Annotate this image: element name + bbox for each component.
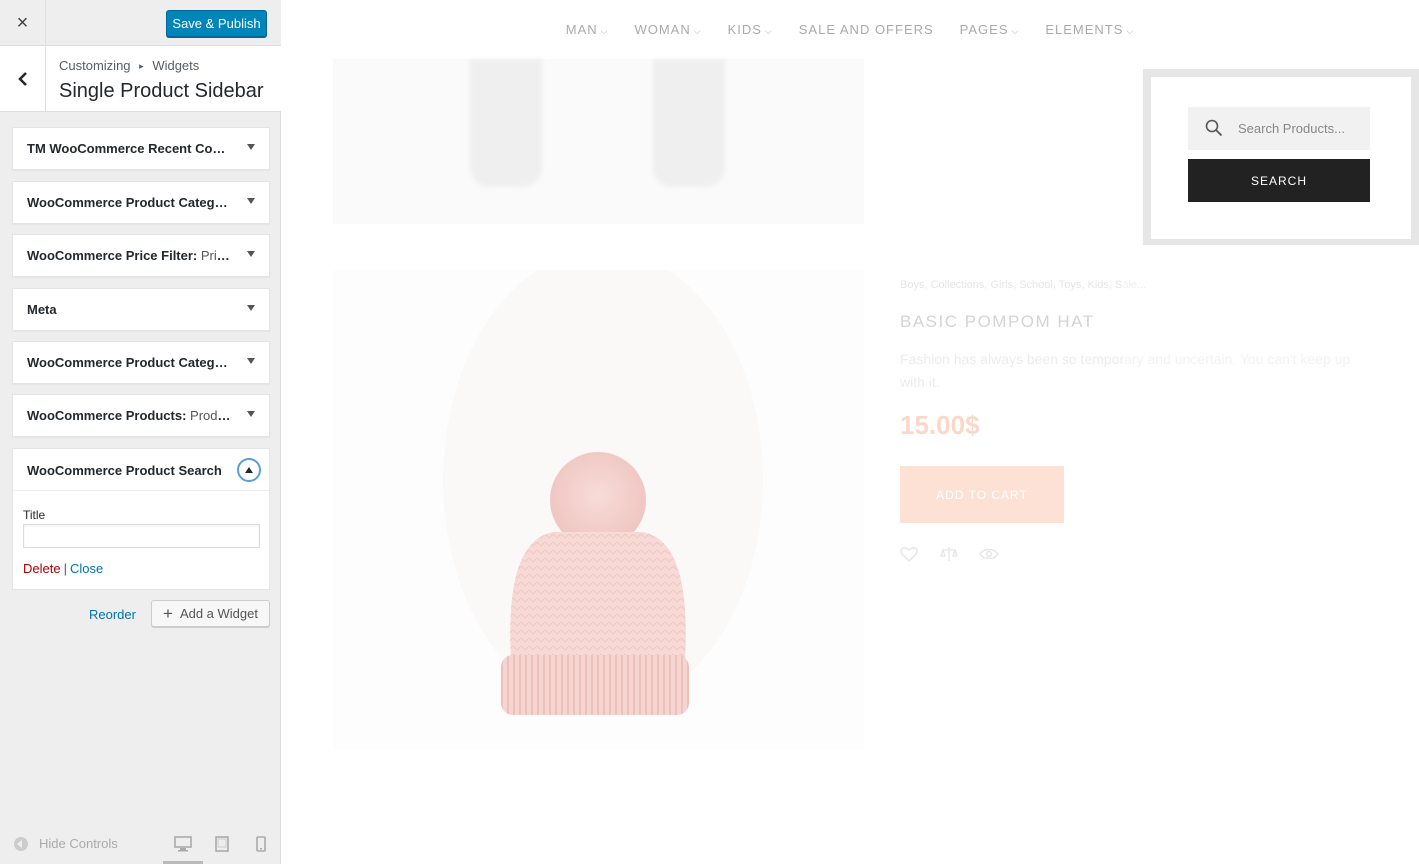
compare-icon[interactable] [940, 546, 960, 564]
widget-title: TM WooCommerce Recent Com... [27, 141, 232, 156]
search-button[interactable]: SEARCH [1188, 159, 1370, 202]
widget-header[interactable]: WooCommerce Product Search [13, 449, 269, 491]
search-widget-body: SEARCH [1151, 77, 1411, 239]
widget-title: WooCommerce Price Filter: Pric... [27, 248, 232, 263]
expand-arrow-icon[interactable] [247, 305, 255, 311]
widget-title: WooCommerce Product Categor... [27, 355, 232, 370]
product-price: 15.00$ [900, 410, 980, 440]
product-search-widget: SEARCH [1143, 69, 1419, 245]
nav-item-elements[interactable]: ELEMENTS ⌵ [1045, 22, 1134, 37]
close-link[interactable]: Close [70, 561, 103, 576]
add-widget-label: Add a Widget [179, 606, 258, 621]
breadcrumb-item: Widgets [152, 58, 200, 73]
nav-item-sale-and-offers[interactable]: SALE AND OFFERS [799, 22, 934, 37]
search-icon [1205, 119, 1223, 137]
breadcrumb-separator-icon: ▸ [139, 61, 144, 71]
nav-item-kids[interactable]: KIDS ⌵ [728, 22, 773, 37]
chevron-down-icon: ⌵ [1126, 26, 1135, 36]
expand-arrow-icon[interactable] [247, 358, 255, 364]
title-field[interactable] [23, 524, 260, 548]
add-widget-button[interactable]: + Add a Widget [151, 600, 270, 627]
product-title: BASIC POMPOM HAT [900, 312, 1095, 331]
pants-leg-shape [653, 59, 725, 187]
back-button[interactable] [0, 46, 46, 111]
expand-arrow-icon[interactable] [247, 411, 255, 417]
link-separator: | [63, 561, 67, 576]
chevron-down-icon: ⌵ [693, 26, 702, 36]
product-image-previous [333, 59, 864, 224]
plus-icon: + [163, 604, 173, 623]
customizer-header: × Save & Publish [0, 0, 281, 46]
widget-item-expanded: WooCommerce Product Search Title Delete |… [12, 448, 270, 590]
desktop-preview-icon[interactable] [173, 834, 193, 854]
widget-item[interactable]: WooCommerce Price Filter: Pric... [12, 234, 270, 277]
search-field[interactable] [1188, 107, 1370, 150]
chevron-down-icon: ⌵ [600, 26, 609, 36]
add-to-cart-button[interactable]: ADD TO CART [900, 466, 1064, 523]
product-image [333, 250, 864, 750]
expand-arrow-icon[interactable] [247, 144, 255, 150]
search-input[interactable] [1238, 107, 1364, 150]
eye-icon[interactable] [979, 546, 999, 564]
widget-item[interactable]: Meta [12, 288, 270, 331]
widget-title: Meta [27, 302, 57, 317]
nav-item-pages[interactable]: PAGES ⌵ [960, 22, 1020, 37]
close-customizer-button[interactable]: × [0, 0, 46, 46]
reorder-link[interactable]: Reorder [89, 607, 136, 622]
widget-actions: Delete | Close [23, 561, 103, 576]
breadcrumb-item: Customizing [59, 58, 131, 73]
sidebar-area [1123, 245, 1419, 864]
widget-item[interactable]: TM WooCommerce Recent Com... [12, 127, 270, 170]
tablet-preview-icon[interactable] [212, 834, 232, 854]
hide-controls-button[interactable]: Hide Controls [14, 836, 118, 851]
main-navigation: MAN ⌵ WOMAN ⌵ KIDS ⌵ SALE AND OFFERS PAGES ⌵… [281, 0, 1419, 59]
pompom-hat-image [443, 250, 763, 715]
chevron-down-icon: ⌵ [1011, 26, 1020, 36]
delete-link[interactable]: Delete [23, 561, 61, 576]
widget-item[interactable]: WooCommerce Product Categor... [12, 341, 270, 384]
widget-title: WooCommerce Product Categor... [27, 195, 232, 210]
heart-icon[interactable] [900, 546, 920, 564]
breadcrumb: Customizing ▸ Widgets [59, 58, 199, 73]
hide-controls-label: Hide Controls [39, 836, 118, 851]
customizer-footer: Hide Controls [0, 826, 281, 864]
widget-item[interactable]: WooCommerce Product Categor... [12, 181, 270, 224]
widget-title: WooCommerce Products: Produ... [27, 408, 232, 423]
section-title: Single Product Sidebar [59, 80, 264, 102]
collapse-circle-icon [14, 836, 28, 851]
section-header: Customizing ▸ Widgets Single Product Sid… [0, 46, 281, 112]
save-publish-button[interactable]: Save & Publish [166, 10, 267, 37]
collapse-arrow-icon[interactable] [237, 458, 261, 482]
nav-item-woman[interactable]: WOMAN ⌵ [634, 22, 701, 37]
title-field-label: Title [23, 508, 46, 522]
widget-item[interactable]: WooCommerce Products: Produ... [12, 394, 270, 437]
widget-title: WooCommerce Product Search [27, 463, 222, 478]
chevron-left-icon [17, 71, 27, 86]
nav-item-man[interactable]: MAN ⌵ [566, 22, 609, 37]
expand-arrow-icon[interactable] [247, 251, 255, 257]
expand-arrow-icon[interactable] [247, 198, 255, 204]
pants-leg-shape [470, 59, 542, 187]
customizer-sidebar: × Save & Publish Customizing ▸ Widgets S… [0, 0, 281, 864]
mobile-preview-icon[interactable] [251, 834, 271, 854]
chevron-down-icon: ⌵ [764, 26, 773, 36]
product-categories[interactable]: Boys, Collections, Girls, School, Toys, … [900, 279, 1146, 291]
site-preview: MAN ⌵ WOMAN ⌵ KIDS ⌵ SALE AND OFFERS PAGES ⌵… [281, 0, 1419, 864]
